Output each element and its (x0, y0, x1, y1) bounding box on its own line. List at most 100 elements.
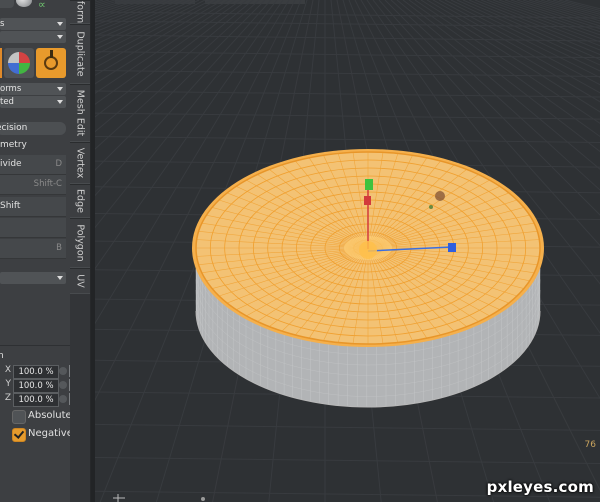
axis-label-z: Z (4, 393, 11, 403)
tool-panel: ∝ s orms ted ecision metry ivide D Shift-… (0, 0, 71, 502)
field-row-y: Y 100.0 % (0, 379, 70, 393)
z-value-input[interactable]: 100.0 % (13, 393, 59, 407)
geometry-section-header[interactable]: metry (0, 139, 70, 151)
grid-line (95, 0, 116, 7)
tool-button-2[interactable]: Shift-C (0, 175, 66, 195)
gizmo-rotate-handle[interactable] (435, 191, 445, 201)
grid-line (534, 0, 600, 20)
gizmo-y-handle-green[interactable] (365, 179, 373, 190)
grid-line (540, 0, 600, 17)
negative-label: Negative (28, 428, 71, 439)
tab-polygon-label: Polygon (74, 224, 86, 262)
chevron-down-icon (57, 35, 63, 39)
dropdown-1[interactable]: s (0, 18, 66, 30)
grid-line (95, 0, 152, 20)
viewport-canvas[interactable] (95, 0, 600, 502)
transform-icon (44, 56, 58, 70)
dropdown-1-value: s (0, 19, 5, 29)
reset-icon[interactable] (59, 395, 67, 403)
axis-label-x: X (4, 365, 11, 375)
subdivide-button[interactable]: ivide D (0, 155, 66, 175)
grid-line (95, 0, 140, 15)
dropdown-5[interactable] (0, 272, 66, 284)
sphere-tool-button[interactable] (4, 48, 34, 78)
tab-vertex-label: Vertex (74, 147, 86, 179)
subdivide-label: ivide (0, 159, 22, 169)
grid-line (95, 457, 600, 465)
subdivide-shortcut: D (55, 159, 62, 169)
grid-line (95, 0, 170, 29)
tool-button-4[interactable] (0, 218, 66, 238)
vertical-tab-bar: form Duplicate Mesh Edit Vertex Edge Pol… (70, 0, 91, 502)
gizmo-small-handle[interactable] (429, 205, 433, 209)
grid-line (95, 112, 600, 120)
gizmo-center[interactable] (359, 241, 377, 259)
reset-icon[interactable] (59, 367, 67, 375)
curve-icon[interactable]: ∝ (38, 0, 52, 10)
grid-line (95, 423, 600, 431)
dropdown-4[interactable]: ted (0, 96, 66, 108)
grid-line (552, 0, 600, 13)
tab-duplicate[interactable]: Duplicate (70, 24, 90, 84)
reset-icon[interactable] (59, 381, 67, 389)
precision-button[interactable]: ecision (0, 122, 66, 135)
tab-edge[interactable]: Edge (70, 184, 90, 218)
y-value-input[interactable]: 100.0 % (13, 379, 59, 393)
gizmo-y-handle-red[interactable] (364, 196, 371, 205)
dropdown-4-value: ted (0, 97, 14, 107)
tab-vertex[interactable]: Vertex (70, 142, 90, 184)
chevron-down-icon (57, 87, 63, 91)
tab-edge-label: Edge (74, 189, 86, 213)
dropdown-3[interactable]: orms (0, 83, 66, 95)
section-divider (0, 345, 70, 346)
grid-line (95, 0, 104, 3)
grid-line (95, 0, 146, 18)
tab-transform[interactable]: form (70, 0, 90, 24)
tab-duplicate-label: Duplicate (74, 31, 86, 77)
field-row-z: Z 100.0 % (0, 393, 70, 407)
grid-line (95, 0, 164, 26)
tool-button-2-shortcut: Shift-C (33, 179, 62, 189)
transform-tool-button[interactable] (36, 48, 66, 78)
scale-section-label: n (0, 350, 68, 362)
axis-label-y: Y (5, 379, 12, 389)
absolute-checkbox[interactable] (12, 410, 26, 424)
shift-label: Shift (0, 201, 21, 211)
tab-mesh-edit-label: Mesh Edit (74, 89, 86, 137)
grid-line (95, 0, 200, 51)
absolute-label: Absolute (28, 410, 71, 421)
chevron-down-icon (57, 100, 63, 104)
grid-line (95, 0, 194, 46)
gizmo-x-handle[interactable] (448, 243, 456, 252)
grid-line (558, 0, 600, 12)
axis-indicator (113, 494, 205, 502)
chevron-down-icon (57, 22, 63, 26)
grid-line (95, 0, 158, 23)
tab-polygon[interactable]: Polygon (70, 218, 90, 268)
3d-viewport[interactable]: 76 pxleyes.com (95, 0, 600, 502)
tool-button-5[interactable]: B (0, 239, 66, 259)
tool-button-5-shortcut: B (56, 243, 62, 253)
grid-line (95, 34, 600, 42)
tab-uv-label: UV (74, 274, 86, 288)
dropdown-3-value: orms (0, 84, 22, 94)
sphere-icon (8, 52, 30, 74)
grid-line (95, 69, 600, 77)
tab-mesh-edit[interactable]: Mesh Edit (70, 84, 90, 142)
sphere-icon-top[interactable] (16, 0, 32, 7)
field-row-x: X 100.0 % (0, 365, 70, 379)
viewport-corner-label: 76 (584, 440, 596, 450)
dropdown-2[interactable] (0, 31, 66, 43)
x-value-input[interactable]: 100.0 % (13, 365, 59, 379)
grid-line (95, 0, 134, 13)
tool-button-left[interactable] (0, 48, 2, 78)
watermark: pxleyes.com (486, 478, 594, 496)
tab-uv[interactable]: UV (70, 268, 90, 294)
tool-icon-top-left[interactable] (0, 0, 14, 8)
tab-transform-label: form (74, 0, 86, 24)
grid-line (95, 0, 206, 56)
chevron-down-icon (57, 276, 63, 280)
shift-button[interactable]: Shift (0, 197, 66, 217)
negative-checkbox[interactable] (12, 428, 26, 442)
transform-handle-icon (50, 50, 53, 58)
